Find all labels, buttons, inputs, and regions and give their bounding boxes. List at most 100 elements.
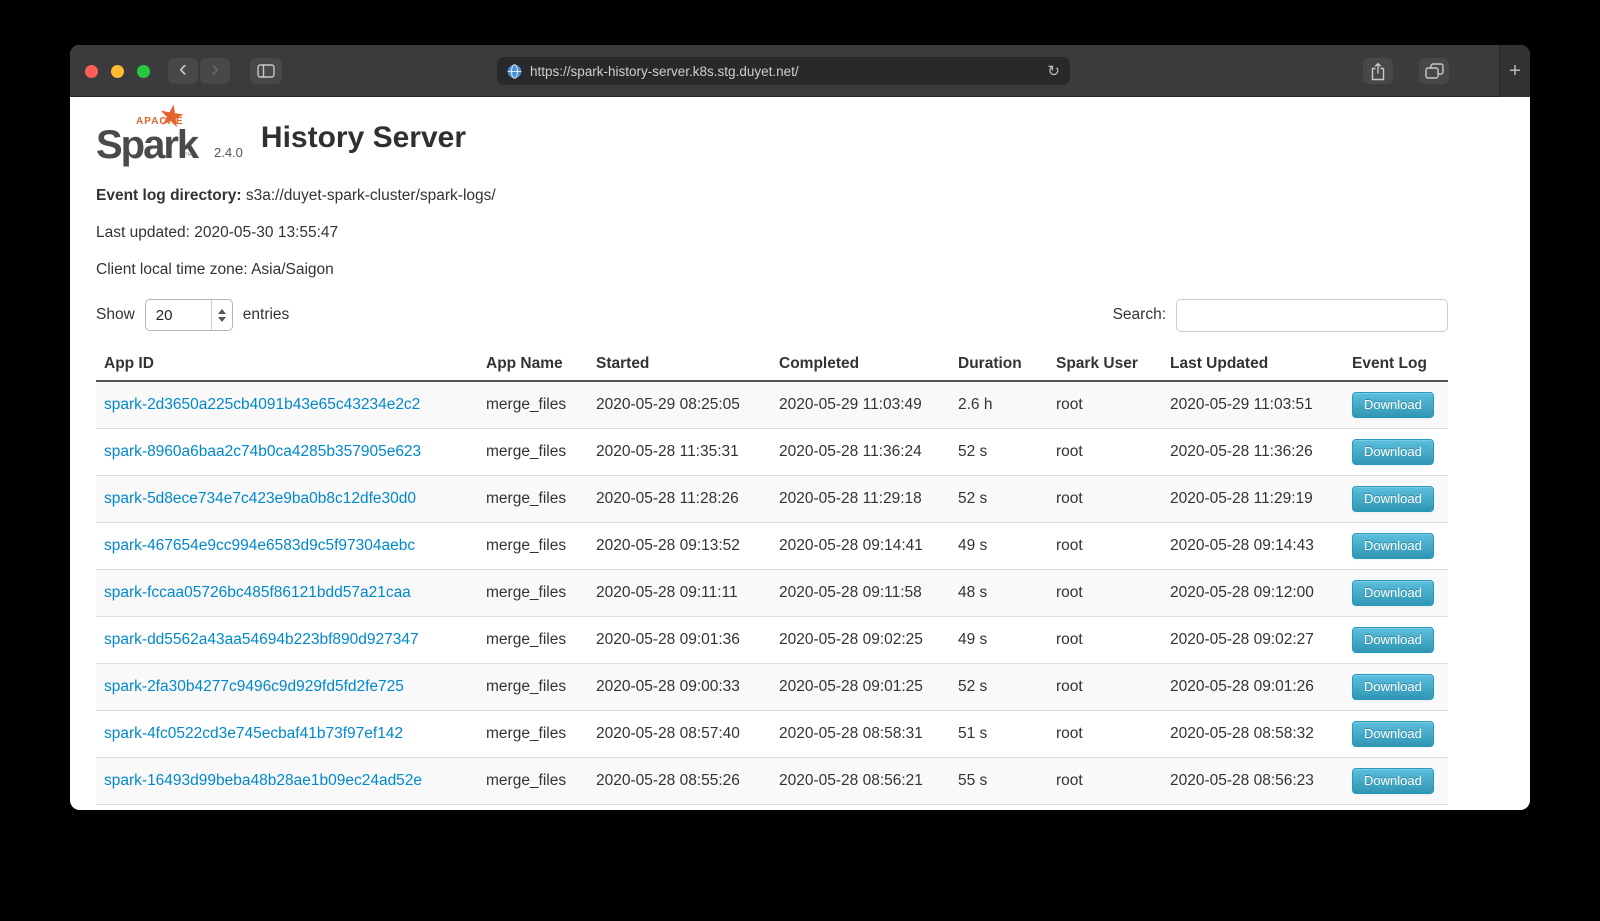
column-header-spark-user[interactable]: Spark User xyxy=(1048,348,1162,381)
app-id-link[interactable]: spark-8960a6baa2c74b0ca4285b357905e623 xyxy=(104,443,421,460)
last-updated-cell: 2020-05-28 11:36:26 xyxy=(1162,429,1344,476)
completed-cell: 2020-05-28 11:29:18 xyxy=(771,476,950,523)
address-bar[interactable]: https://spark-history-server.k8s.stg.duy… xyxy=(497,57,1070,85)
entries-label: entries xyxy=(243,306,290,324)
zoom-window-button[interactable] xyxy=(137,65,150,78)
share-button[interactable] xyxy=(1363,58,1393,84)
duration-cell: 1.3 min xyxy=(950,805,1048,811)
last-updated-cell: 2020-05-28 09:02:27 xyxy=(1162,617,1344,664)
table-row: spark-8960a6baa2c74b0ca4285b357905e623 me… xyxy=(96,429,1448,476)
column-header-duration[interactable]: Duration xyxy=(950,348,1048,381)
share-icon xyxy=(1370,62,1386,81)
started-cell: 2020-05-28 09:01:36 xyxy=(588,617,771,664)
tabs-icon xyxy=(1425,63,1444,79)
started-cell: 2020-05-28 09:00:33 xyxy=(588,664,771,711)
table-row: spark-467654e9cc994e6583d9c5f97304aebc me… xyxy=(96,523,1448,570)
started-cell: 2020-05-28 09:13:52 xyxy=(588,523,771,570)
close-window-button[interactable] xyxy=(85,65,98,78)
app-id-cell: spark-16493d99beba48b28ae1b09ec24ad52e xyxy=(96,758,478,805)
started-cell: 2020-05-29 08:25:05 xyxy=(588,381,771,429)
download-button[interactable]: Download xyxy=(1352,439,1434,465)
forward-button[interactable]: › xyxy=(200,58,230,84)
page-header: APACHE ★ Spark ™ 2.4.0 History Server xyxy=(96,107,1448,169)
app-id-cell: spark-fccaa05726bc485f86121bdd57a21caa xyxy=(96,570,478,617)
table-row: spark-87301b89320f4a3fb671a904c4fad799me… xyxy=(96,805,1448,811)
event-log-directory-label: Event log directory: xyxy=(96,187,242,204)
app-name-cell: merge_files xyxy=(478,570,588,617)
event-log-cell: Download xyxy=(1344,570,1448,617)
last-updated-cell: 2020-05-28 09:12:00 xyxy=(1162,570,1344,617)
column-header-last-updated[interactable]: Last Updated xyxy=(1162,348,1344,381)
started-cell: 2020-05-28 08:57:40 xyxy=(588,711,771,758)
app-name-cell: merge_files xyxy=(478,711,588,758)
app-id-cell: spark-467654e9cc994e6583d9c5f97304aebc xyxy=(96,523,478,570)
app-id-cell: spark-8960a6baa2c74b0ca4285b357905e623 xyxy=(96,429,478,476)
browser-toolbar: ‹ › https://spark-history-server.k8s.stg… xyxy=(70,45,1530,97)
app-name-cell: merge_files xyxy=(478,523,588,570)
completed-cell: 2020-05-28 11:36:24 xyxy=(771,429,950,476)
download-button[interactable]: Download xyxy=(1352,627,1434,653)
server-info: Event log directory: s3a://duyet-spark-c… xyxy=(96,187,1448,279)
app-id-cell: spark-4fc0522cd3e745ecbaf41b73f97ef142 xyxy=(96,711,478,758)
duration-cell: 48 s xyxy=(950,570,1048,617)
download-button[interactable]: Download xyxy=(1352,533,1434,559)
app-id-link[interactable]: spark-467654e9cc994e6583d9c5f97304aebc xyxy=(104,537,415,554)
event-log-cell: Download xyxy=(1344,711,1448,758)
column-header-app-id[interactable]: App ID xyxy=(96,348,478,381)
timezone-line: Client local time zone: Asia/Saigon xyxy=(96,261,1448,279)
column-header-completed[interactable]: Completed xyxy=(771,348,950,381)
app-name-cell: merge_files xyxy=(478,429,588,476)
duration-cell: 52 s xyxy=(950,476,1048,523)
spark-user-cell: root xyxy=(1048,570,1162,617)
column-header-started[interactable]: Started xyxy=(588,348,771,381)
duration-cell: 52 s xyxy=(950,664,1048,711)
new-tab-button[interactable]: + xyxy=(1509,60,1521,83)
app-id-link[interactable]: spark-fccaa05726bc485f86121bdd57a21caa xyxy=(104,584,411,601)
spark-wordmark: Spark xyxy=(96,125,197,165)
app-name-cell: merge_files xyxy=(478,617,588,664)
download-button[interactable]: Download xyxy=(1352,768,1434,794)
app-id-cell: spark-2fa30b4277c9496c9d929fd5fd2fe725 xyxy=(96,664,478,711)
download-button[interactable]: Download xyxy=(1352,674,1434,700)
duration-cell: 49 s xyxy=(950,617,1048,664)
reload-button[interactable]: ↻ xyxy=(1047,62,1060,80)
app-name-cell: merge_files xyxy=(478,758,588,805)
app-id-cell: spark-2d3650a225cb4091b43e65c43234e2c2 xyxy=(96,381,478,429)
completed-cell: 2020-05-28 09:01:25 xyxy=(771,664,950,711)
app-id-link[interactable]: spark-5d8ece734e7c423e9ba0b8c12dfe30d0 xyxy=(104,490,416,507)
site-favicon-globe-icon xyxy=(507,64,522,79)
app-id-link[interactable]: spark-2d3650a225cb4091b43e65c43234e2c2 xyxy=(104,396,420,413)
last-updated-cell: 2020-05-28 09:01:26 xyxy=(1162,664,1344,711)
download-button[interactable]: Download xyxy=(1352,721,1434,747)
app-id-link[interactable]: spark-2fa30b4277c9496c9d929fd5fd2fe725 xyxy=(104,678,404,695)
url-text: https://spark-history-server.k8s.stg.duy… xyxy=(530,64,799,79)
download-button[interactable]: Download xyxy=(1352,486,1434,512)
app-id-cell: spark-5d8ece734e7c423e9ba0b8c12dfe30d0 xyxy=(96,476,478,523)
sidebar-icon xyxy=(257,64,275,78)
duration-cell: 49 s xyxy=(950,523,1048,570)
started-cell: 2020-05-28 08:55:26 xyxy=(588,758,771,805)
app-id-link[interactable]: spark-4fc0522cd3e745ecbaf41b73f97ef142 xyxy=(104,725,403,742)
started-cell: 2020-05-28 09:11:11 xyxy=(588,570,771,617)
tab-overview-button[interactable] xyxy=(1419,58,1449,84)
entries-per-page-select[interactable]: 20 xyxy=(145,299,233,331)
spark-logo: APACHE ★ Spark ™ xyxy=(96,109,208,167)
event-log-directory-value: s3a://duyet-spark-cluster/spark-logs/ xyxy=(246,187,496,204)
search-input[interactable] xyxy=(1176,299,1448,332)
app-id-link[interactable]: spark-16493d99beba48b28ae1b09ec24ad52e xyxy=(104,772,422,789)
completed-cell: 2020-05-28 08:55:28 xyxy=(771,805,950,811)
app-id-link[interactable]: spark-dd5562a43aa54694b223bf890d927347 xyxy=(104,631,419,648)
spark-user-cell: root xyxy=(1048,617,1162,664)
event-log-cell: Download xyxy=(1344,758,1448,805)
download-button[interactable]: Download xyxy=(1352,580,1434,606)
completed-cell: 2020-05-29 11:03:49 xyxy=(771,381,950,429)
sidebar-toggle-button[interactable] xyxy=(250,58,282,84)
spark-user-cell: root xyxy=(1048,523,1162,570)
column-header-event-log[interactable]: Event Log xyxy=(1344,348,1448,381)
back-button[interactable]: ‹ xyxy=(168,58,198,84)
column-header-app-name[interactable]: App Name xyxy=(478,348,588,381)
duration-cell: 52 s xyxy=(950,429,1048,476)
download-button[interactable]: Download xyxy=(1352,392,1434,418)
minimize-window-button[interactable] xyxy=(111,65,124,78)
table-row: spark-5d8ece734e7c423e9ba0b8c12dfe30d0me… xyxy=(96,476,1448,523)
